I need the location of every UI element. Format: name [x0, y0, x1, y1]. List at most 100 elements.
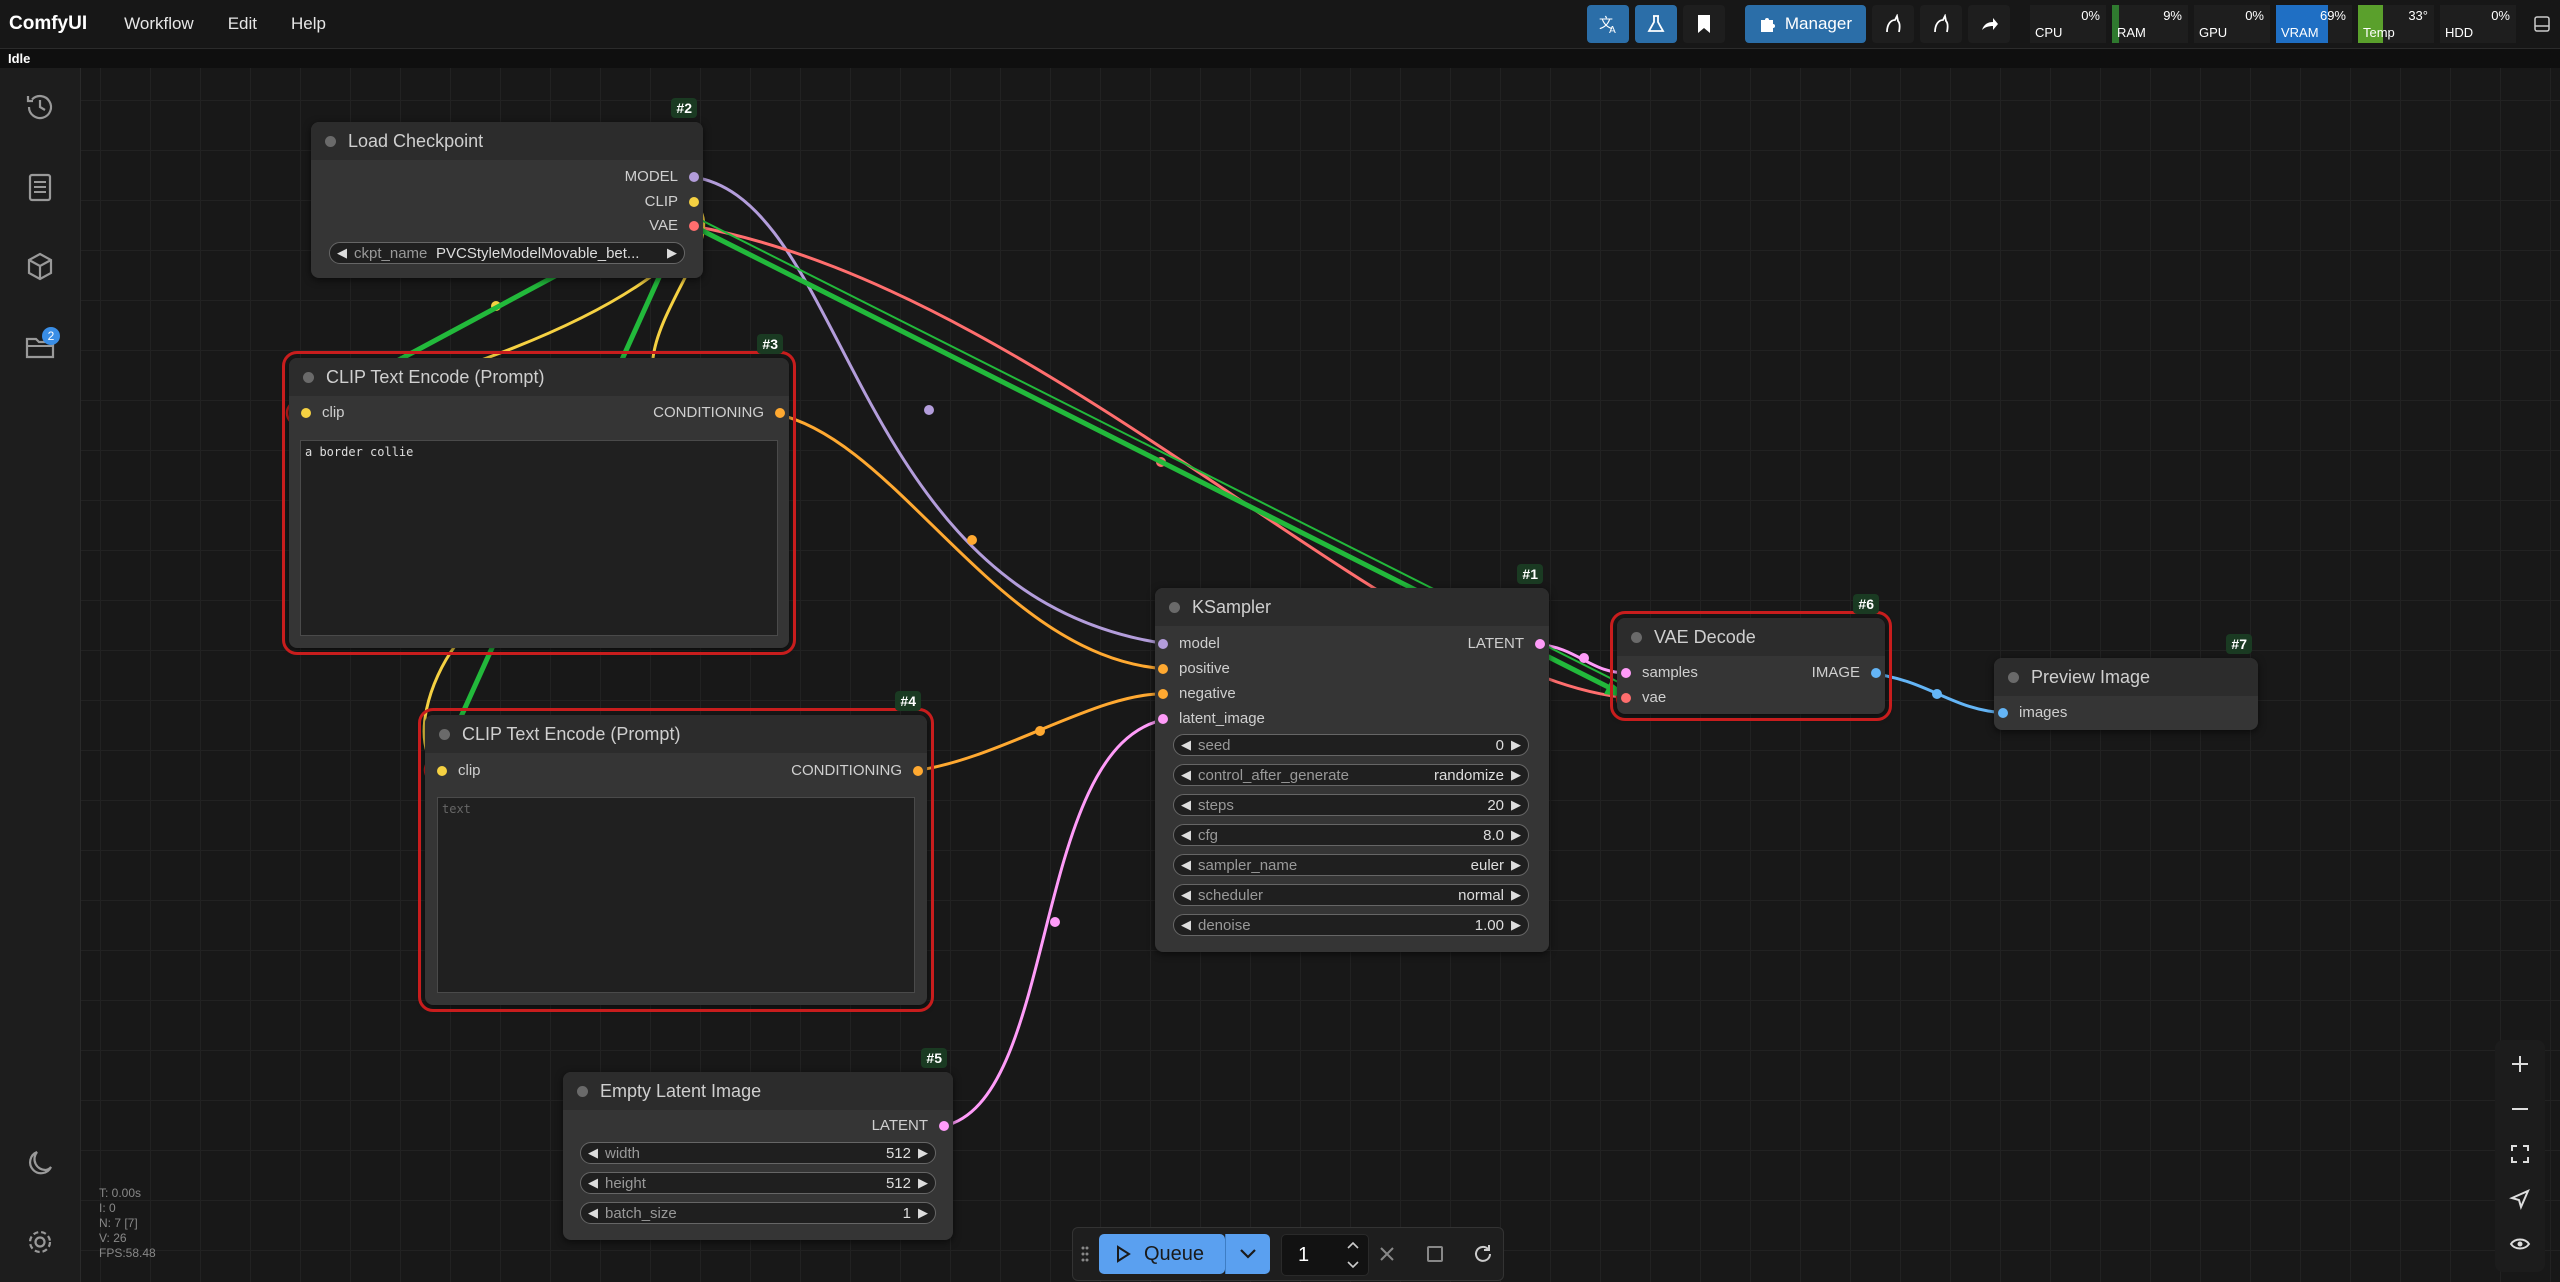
lab-button[interactable]: [1634, 5, 1677, 43]
menu-help[interactable]: Help: [274, 14, 343, 34]
slot-dot[interactable]: [1871, 668, 1881, 678]
arrow-right-icon[interactable]: ▶: [918, 1145, 928, 1161]
menu-workflow[interactable]: Workflow: [107, 14, 211, 34]
slot-dot[interactable]: [301, 408, 311, 418]
widget-scheduler[interactable]: ◀ scheduler normal ▶: [1173, 884, 1529, 906]
collapse-dot[interactable]: [1169, 601, 1180, 613]
node-clip-text-encode-positive[interactable]: #3 CLIP Text Encode (Prompt) clip CONDIT…: [282, 334, 796, 655]
drag-handle-icon[interactable]: [1081, 1245, 1089, 1263]
output-vae[interactable]: VAE: [649, 217, 699, 235]
sidebar-item-settings[interactable]: [20, 1222, 60, 1262]
arrow-right-icon[interactable]: ▶: [1511, 737, 1521, 753]
output-conditioning[interactable]: CONDITIONING: [653, 404, 785, 422]
arrow-left-icon[interactable]: ◀: [1181, 767, 1191, 783]
input-negative[interactable]: negative: [1158, 685, 1236, 703]
slot-dot[interactable]: [689, 172, 699, 182]
prompt-textarea[interactable]: a border collie: [300, 440, 778, 636]
arrow-left-icon[interactable]: ◀: [1181, 737, 1191, 753]
arrow-right-icon[interactable]: ▶: [1511, 917, 1521, 933]
sidebar-item-workflows[interactable]: 2: [20, 327, 60, 367]
input-vae[interactable]: vae: [1621, 689, 1666, 707]
arrow-left-icon[interactable]: ◀: [588, 1145, 598, 1161]
widget-ckpt-name[interactable]: ◀ ckpt_name PVCStyleModelMovable_bet... …: [329, 242, 685, 264]
input-samples[interactable]: samples: [1621, 664, 1698, 682]
node-title-bar[interactable]: Preview Image: [1994, 658, 2258, 696]
sidebar-item-history[interactable]: [20, 87, 60, 127]
arrow-right-icon[interactable]: ▶: [918, 1175, 928, 1191]
output-latent[interactable]: LATENT: [872, 1117, 949, 1135]
node-title-bar[interactable]: CLIP Text Encode (Prompt): [425, 715, 927, 753]
refresh-button[interactable]: [1467, 1238, 1499, 1270]
queue-mode-dropdown[interactable]: [1225, 1234, 1270, 1274]
node-vae-decode[interactable]: #6 VAE Decode samples vae IMAGE: [1610, 594, 1892, 721]
slot-dot[interactable]: [939, 1121, 949, 1131]
menu-edit[interactable]: Edit: [211, 14, 274, 34]
arrow-right-icon[interactable]: ▶: [1511, 827, 1521, 843]
slot-dot[interactable]: [689, 197, 699, 207]
output-model[interactable]: MODEL: [625, 168, 699, 186]
node-ksampler[interactable]: #1 KSampler model positive negative late…: [1155, 564, 1549, 952]
batch-count-input[interactable]: 1: [1281, 1234, 1369, 1276]
slot-dot[interactable]: [1535, 639, 1545, 649]
arrow-left-icon[interactable]: ◀: [588, 1205, 598, 1221]
cat-b-button[interactable]: [1920, 5, 1962, 43]
fit-view-button[interactable]: [2500, 1134, 2540, 1174]
arrow-right-icon[interactable]: ▶: [1511, 797, 1521, 813]
slot-dot[interactable]: [1621, 693, 1631, 703]
locate-button[interactable]: [2500, 1179, 2540, 1219]
node-preview-image[interactable]: #7 Preview Image images: [1994, 634, 2258, 730]
slot-dot[interactable]: [775, 408, 785, 418]
widget-seed[interactable]: ◀ seed 0 ▶: [1173, 734, 1529, 756]
arrow-left-icon[interactable]: ◀: [1181, 827, 1191, 843]
cancel-button[interactable]: [1371, 1238, 1403, 1270]
chevron-down-icon[interactable]: [1346, 1259, 1360, 1271]
panel-toggle-button[interactable]: [2524, 5, 2560, 43]
arrow-left-icon[interactable]: ◀: [1181, 887, 1191, 903]
slot-dot[interactable]: [913, 766, 923, 776]
collapse-dot[interactable]: [325, 135, 336, 147]
prompt-textarea[interactable]: text: [437, 797, 915, 993]
slot-dot[interactable]: [689, 221, 699, 231]
arrow-left-icon[interactable]: ◀: [1181, 797, 1191, 813]
input-clip[interactable]: clip: [437, 762, 481, 780]
output-latent[interactable]: LATENT: [1468, 635, 1545, 653]
slot-dot[interactable]: [1158, 639, 1168, 649]
widget-denoise[interactable]: ◀ denoise 1.00 ▶: [1173, 914, 1529, 936]
app-logo[interactable]: ComfyUI: [9, 13, 87, 35]
toggle-links-button[interactable]: [2500, 1224, 2540, 1264]
node-title-bar[interactable]: Load Checkpoint: [311, 122, 703, 160]
widget-cfg[interactable]: ◀ cfg 8.0 ▶: [1173, 824, 1529, 846]
node-clip-text-encode-negative[interactable]: #4 CLIP Text Encode (Prompt) clip CONDIT…: [418, 691, 934, 1012]
input-images[interactable]: images: [1998, 704, 2067, 722]
node-empty-latent-image[interactable]: #5 Empty Latent Image LATENT ◀ width 512 ▶ …: [563, 1048, 953, 1240]
arrow-right-icon[interactable]: ▶: [1511, 767, 1521, 783]
manager-button[interactable]: Manager: [1744, 5, 1866, 43]
widget-sampler-name[interactable]: ◀ sampler_name euler ▶: [1173, 854, 1529, 876]
arrow-left-icon[interactable]: ◀: [588, 1175, 598, 1191]
widget-steps[interactable]: ◀ steps 20 ▶: [1173, 794, 1529, 816]
arrow-left-icon[interactable]: ◀: [1181, 857, 1191, 873]
sidebar-item-models[interactable]: [20, 247, 60, 287]
cat-a-button[interactable]: [1872, 5, 1914, 43]
chevron-up-icon[interactable]: [1346, 1239, 1360, 1251]
output-clip[interactable]: CLIP: [645, 193, 699, 211]
widget-batch-size[interactable]: ◀ batch_size 1 ▶: [580, 1202, 936, 1224]
input-clip[interactable]: clip: [301, 404, 345, 422]
node-title-bar[interactable]: Empty Latent Image: [563, 1072, 953, 1110]
bookmark-button[interactable]: [1682, 5, 1725, 43]
collapse-dot[interactable]: [2008, 671, 2019, 683]
widget-control-after-generate[interactable]: ◀ control_after_generate randomize ▶: [1173, 764, 1529, 786]
output-image[interactable]: IMAGE: [1812, 664, 1881, 682]
queue-button[interactable]: Queue: [1099, 1234, 1225, 1274]
arrow-right-icon[interactable]: ▶: [667, 245, 677, 261]
collapse-dot[interactable]: [1631, 631, 1642, 643]
input-latent-image[interactable]: latent_image: [1158, 710, 1265, 728]
stop-button[interactable]: [1419, 1238, 1451, 1270]
input-model[interactable]: model: [1158, 635, 1220, 653]
slot-dot[interactable]: [1158, 689, 1168, 699]
slot-dot[interactable]: [1158, 664, 1168, 674]
arrow-left-icon[interactable]: ◀: [337, 245, 347, 261]
collapse-dot[interactable]: [303, 371, 314, 383]
arrow-left-icon[interactable]: ◀: [1181, 917, 1191, 933]
sidebar-item-theme[interactable]: [20, 1142, 60, 1182]
